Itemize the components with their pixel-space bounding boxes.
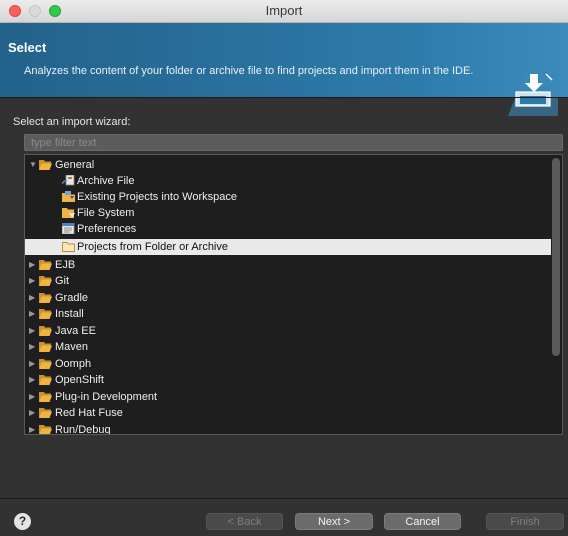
tree-item-maven[interactable]: ▶ Maven: [25, 339, 551, 355]
expand-arrow-icon[interactable]: ▶: [29, 307, 39, 321]
folder-icon: [39, 392, 52, 402]
tree-item-label: General: [55, 159, 95, 171]
tree-item-run-debug[interactable]: ▶ Run/Debug: [25, 422, 551, 435]
expand-arrow-icon[interactable]: ▶: [29, 406, 39, 420]
folder-icon: [39, 342, 52, 352]
existing-projects-icon: [62, 191, 75, 202]
tree-item-label: EJB: [55, 259, 76, 271]
help-icon[interactable]: ?: [14, 513, 31, 530]
tree-scrollbar-thumb[interactable]: [552, 158, 560, 356]
expand-arrow-icon[interactable]: ▶: [29, 258, 39, 272]
tree-item-oomph[interactable]: ▶ Oomph: [25, 356, 551, 372]
tree-item-file-system[interactable]: File System: [25, 205, 551, 221]
folder-open-icon: [39, 160, 52, 170]
folder-icon: [39, 408, 52, 418]
tree-item-label: Install: [55, 308, 84, 320]
tree-item-archive-file[interactable]: Archive File: [25, 173, 551, 189]
folder-icon: [39, 425, 52, 434]
expand-arrow-icon[interactable]: ▼: [29, 158, 39, 172]
tree-item-preferences[interactable]: Preferences: [25, 221, 551, 237]
tree-item-red-hat-fuse[interactable]: ▶ Red Hat Fuse: [25, 405, 551, 421]
expand-arrow-icon[interactable]: ▶: [29, 423, 39, 434]
tree-item-openshift[interactable]: ▶ OpenShift: [25, 372, 551, 388]
expand-arrow-icon[interactable]: ▶: [29, 340, 39, 354]
import-dialog: Import Select Analyzes the content of yo…: [0, 0, 568, 536]
expand-arrow-icon[interactable]: ▶: [29, 373, 39, 387]
file-system-icon: [62, 208, 75, 218]
import-wizard-icon: [508, 70, 558, 116]
folder-icon: [39, 326, 52, 336]
folder-icon: [39, 359, 52, 369]
tree-item-label: Existing Projects into Workspace: [77, 191, 237, 203]
expand-arrow-icon[interactable]: ▶: [29, 324, 39, 338]
finish-button[interactable]: Finish: [486, 513, 564, 530]
tree-item-general[interactable]: ▼ General: [25, 157, 551, 173]
filter-input[interactable]: [24, 134, 563, 151]
tree-item-install[interactable]: ▶ Install: [25, 306, 551, 322]
expand-arrow-icon[interactable]: ▶: [29, 274, 39, 288]
header-banner: Select Analyzes the content of your fold…: [0, 23, 568, 116]
tree-item-label: Oomph: [55, 358, 92, 370]
footer-divider: [0, 498, 568, 499]
tree-item-ejb[interactable]: ▶ EJB: [25, 257, 551, 273]
window-title: Import: [265, 3, 303, 18]
folder-icon: [39, 293, 52, 303]
tree-item-git[interactable]: ▶ Git: [25, 273, 551, 289]
tree-item-label: Maven: [55, 341, 89, 353]
tree-item-label: Gradle: [55, 292, 89, 304]
tree-item-label: Run/Debug: [55, 424, 111, 435]
tree-item-label: Java EE: [55, 325, 96, 337]
wizard-label: Select an import wizard:: [13, 116, 131, 128]
title-bar[interactable]: Import: [0, 0, 568, 23]
tree-item-projects-from-folder[interactable]: Projects from Folder or Archive: [25, 239, 551, 255]
page-description: Analyzes the content of your folder or a…: [24, 65, 474, 77]
tree-item-existing-projects[interactable]: Existing Projects into Workspace: [25, 189, 551, 205]
tree-item-label: Plug-in Development: [55, 391, 158, 403]
tree-item-label: Git: [55, 275, 70, 287]
wizard-tree[interactable]: ▼ General Archive File Existing Projects…: [24, 154, 563, 435]
preferences-icon: [62, 223, 75, 234]
page-title: Select: [8, 40, 47, 55]
cancel-button[interactable]: Cancel: [384, 513, 461, 530]
folder-icon: [39, 375, 52, 385]
tree-item-plugin-development[interactable]: ▶ Plug-in Development: [25, 389, 551, 405]
tree-item-label: File System: [77, 207, 135, 219]
expand-arrow-icon[interactable]: ▶: [29, 390, 39, 404]
tree-item-label: Archive File: [77, 175, 135, 187]
tree-item-label: Preferences: [77, 223, 137, 235]
folder-icon: [39, 309, 52, 319]
tree-item-gradle[interactable]: ▶ Gradle: [25, 290, 551, 306]
next-button[interactable]: Next >: [295, 513, 373, 530]
folder-icon: [39, 260, 52, 270]
back-button[interactable]: < Back: [206, 513, 283, 530]
header-divider: [0, 97, 568, 98]
expand-arrow-icon[interactable]: ▶: [29, 357, 39, 371]
tree-item-label: Projects from Folder or Archive: [77, 241, 228, 253]
folder-icon: [39, 276, 52, 286]
archive-file-icon: [62, 175, 75, 186]
expand-arrow-icon[interactable]: ▶: [29, 291, 39, 305]
tree-item-label: OpenShift: [55, 374, 104, 386]
tree-item-label: Red Hat Fuse: [55, 407, 123, 419]
tree-item-java-ee[interactable]: ▶ Java EE: [25, 323, 551, 339]
folder-outline-icon: [62, 242, 75, 252]
